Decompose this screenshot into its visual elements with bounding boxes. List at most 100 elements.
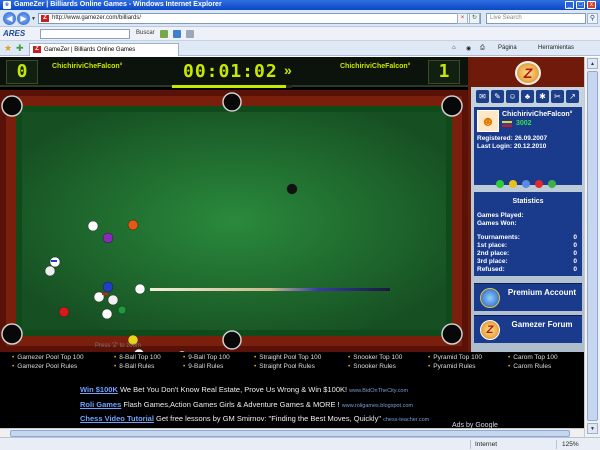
ad-headline[interactable]: Chess Video Tutorial [80, 414, 154, 423]
tools-icon[interactable]: ✂ [551, 90, 564, 103]
link-8ball-top[interactable]: 8-Ball Top 100 [114, 354, 160, 361]
status-busy-icon[interactable] [535, 180, 543, 188]
status-online-icon[interactable] [496, 180, 504, 188]
ad-headline[interactable]: Win $100K [80, 385, 118, 394]
ares-search-input[interactable] [40, 29, 130, 39]
ad-item[interactable]: Roli Games Flash Games,Action Games Girl… [80, 400, 413, 409]
ball-orange [127, 219, 139, 231]
toolbar-button-icon[interactable] [173, 30, 181, 38]
link-straight-rules[interactable]: Straight Pool Rules [254, 363, 315, 370]
link-pyramid-top[interactable]: Pyramid Top 100 [428, 354, 482, 361]
history-dropdown-icon[interactable]: ▼ [31, 16, 36, 22]
scroll-down-icon[interactable]: ▼ [587, 423, 598, 434]
add-favorites-icon[interactable]: ✚ [16, 43, 24, 54]
zoom-level[interactable]: 125% [562, 441, 579, 448]
status-game-icon[interactable] [548, 180, 556, 188]
profile-icon[interactable]: ☺ [506, 90, 519, 103]
registered-date: Registered: 26.09.2007 [477, 135, 548, 142]
back-button[interactable]: ◀ [3, 12, 16, 25]
chat-icon[interactable]: ✉ [476, 90, 489, 103]
cue-stick[interactable] [150, 288, 390, 291]
cue-icon[interactable]: ↗ [566, 90, 579, 103]
stat-row: 3rd place: 0 [477, 258, 579, 265]
link-9ball-top[interactable]: 9-Ball Top 100 [183, 354, 229, 361]
vertical-scrollbar[interactable]: ▲ ▼ [584, 57, 600, 437]
link-8ball-rules[interactable]: 8-Ball Rules [114, 363, 154, 370]
zoom-hint: Press 'Z' to zoom [95, 343, 141, 349]
ad-headline[interactable]: Roli Games [80, 400, 121, 409]
premium-account-button[interactable]: Premium Account [474, 283, 582, 311]
tab-gamezer[interactable]: Z GameZer | Billiards Online Games [29, 43, 179, 56]
minimize-button[interactable]: _ [565, 1, 574, 9]
search-icon[interactable]: ⚲ [587, 13, 598, 24]
stop-icon[interactable]: × [457, 13, 468, 24]
cue-ball[interactable] [134, 283, 146, 295]
link-straight-top[interactable]: Straight Pool Top 100 [254, 354, 321, 361]
pocket-top-right [441, 95, 463, 117]
link-pool-rules[interactable]: Gamezer Pool Rules [12, 363, 77, 370]
ad-item[interactable]: Chess Video Tutorial Get free lessons by… [80, 414, 429, 423]
ad-source[interactable]: www.BidOnTheCity.com [349, 388, 408, 394]
horizontal-scrollbar[interactable] [0, 428, 584, 437]
ad-text: Flash Games,Action Games Girls & Adventu… [123, 400, 340, 409]
ad-text: We Bet You Don't Know Real Estate, Prove… [119, 385, 348, 394]
ball-red [58, 306, 70, 318]
toolbar-button-icon[interactable] [186, 30, 194, 38]
home-icon[interactable]: ⌂ [452, 45, 456, 51]
ball-9 [87, 220, 99, 232]
address-field[interactable]: Z http://www.gamezer.com/billiards/ [38, 13, 481, 24]
print-icon[interactable]: ⎙ [480, 45, 485, 52]
status-chat-icon[interactable] [522, 180, 530, 188]
turn-arrow-icon: » [284, 62, 292, 78]
right-score: 1 [428, 60, 460, 84]
scroll-thumb[interactable] [587, 71, 598, 421]
forward-button[interactable]: ▶ [17, 12, 30, 25]
ares-search-button[interactable]: Buscar [136, 30, 155, 36]
tools-menu[interactable]: Herramientas [538, 45, 574, 51]
ad-source[interactable]: www.roligames.blogspot.com [342, 403, 413, 409]
tab-row: ★ ✚ Z GameZer | Billiards Online Games ⌂… [0, 41, 600, 56]
toolbar-button-icon[interactable] [160, 30, 168, 38]
scoreboard: 0 ChichiriviCheFalcon° 00:01:02 » Chichi… [0, 57, 468, 88]
ad-item[interactable]: Win $100K We Bet You Don't Know Real Est… [80, 385, 408, 394]
favorites-star-icon[interactable]: ★ [4, 43, 12, 54]
settings-icon[interactable]: ✱ [536, 90, 549, 103]
stat-value: 0 [573, 266, 577, 273]
stat-value: 0 [573, 258, 577, 265]
globe-icon [480, 288, 500, 308]
ball-white-3 [107, 294, 119, 306]
close-button[interactable]: x [587, 1, 596, 9]
scroll-up-icon[interactable]: ▲ [587, 58, 598, 69]
stat-label: Games Won: [477, 220, 517, 227]
status-away-icon[interactable] [509, 180, 517, 188]
avatar[interactable]: ☻ [477, 110, 499, 132]
messages-icon[interactable]: ✎ [491, 90, 504, 103]
gamezer-forum-label: Gamezer Forum [511, 320, 573, 329]
feeds-icon[interactable]: ◉ [466, 45, 471, 52]
link-9ball-rules[interactable]: 9-Ball Rules [183, 363, 223, 370]
link-pool-top[interactable]: Gamezer Pool Top 100 [12, 354, 83, 361]
shot-power-bar [172, 85, 292, 88]
link-snooker-rules[interactable]: Snooker Rules [348, 363, 396, 370]
user-box: ☻ ChichiriviCheFalcon° 3002 Registered: … [474, 107, 582, 185]
hscroll-thumb[interactable] [10, 430, 570, 437]
page-menu[interactable]: Página [498, 45, 517, 51]
statistics-title: Statistics [512, 198, 544, 205]
pocket-bottom-middle [222, 330, 242, 350]
gamezer-logo[interactable]: Z [515, 61, 541, 85]
link-pyramid-rules[interactable]: Pyramid Rules [428, 363, 475, 370]
pool-table[interactable] [0, 90, 468, 352]
link-snooker-top[interactable]: Snooker Top 100 [348, 354, 402, 361]
ball-8 [286, 183, 298, 195]
ad-source[interactable]: chess-teacher.com [383, 417, 429, 423]
stat-label: Games Played: [477, 212, 524, 219]
players-icon[interactable]: ♣ [521, 90, 534, 103]
stat-row: 1st place: 0 [477, 242, 579, 249]
ares-toolbar: ARES Buscar [0, 27, 600, 41]
refresh-icon[interactable]: ↻ [469, 13, 480, 24]
gamezer-forum-button[interactable]: Z Gamezer Forum [474, 315, 582, 343]
link-carom-top[interactable]: Carom Top 100 [508, 354, 557, 361]
search-input[interactable]: Live Search [486, 13, 586, 24]
link-carom-rules[interactable]: Carom Rules [508, 363, 551, 370]
maximize-button[interactable]: □ [576, 1, 585, 9]
